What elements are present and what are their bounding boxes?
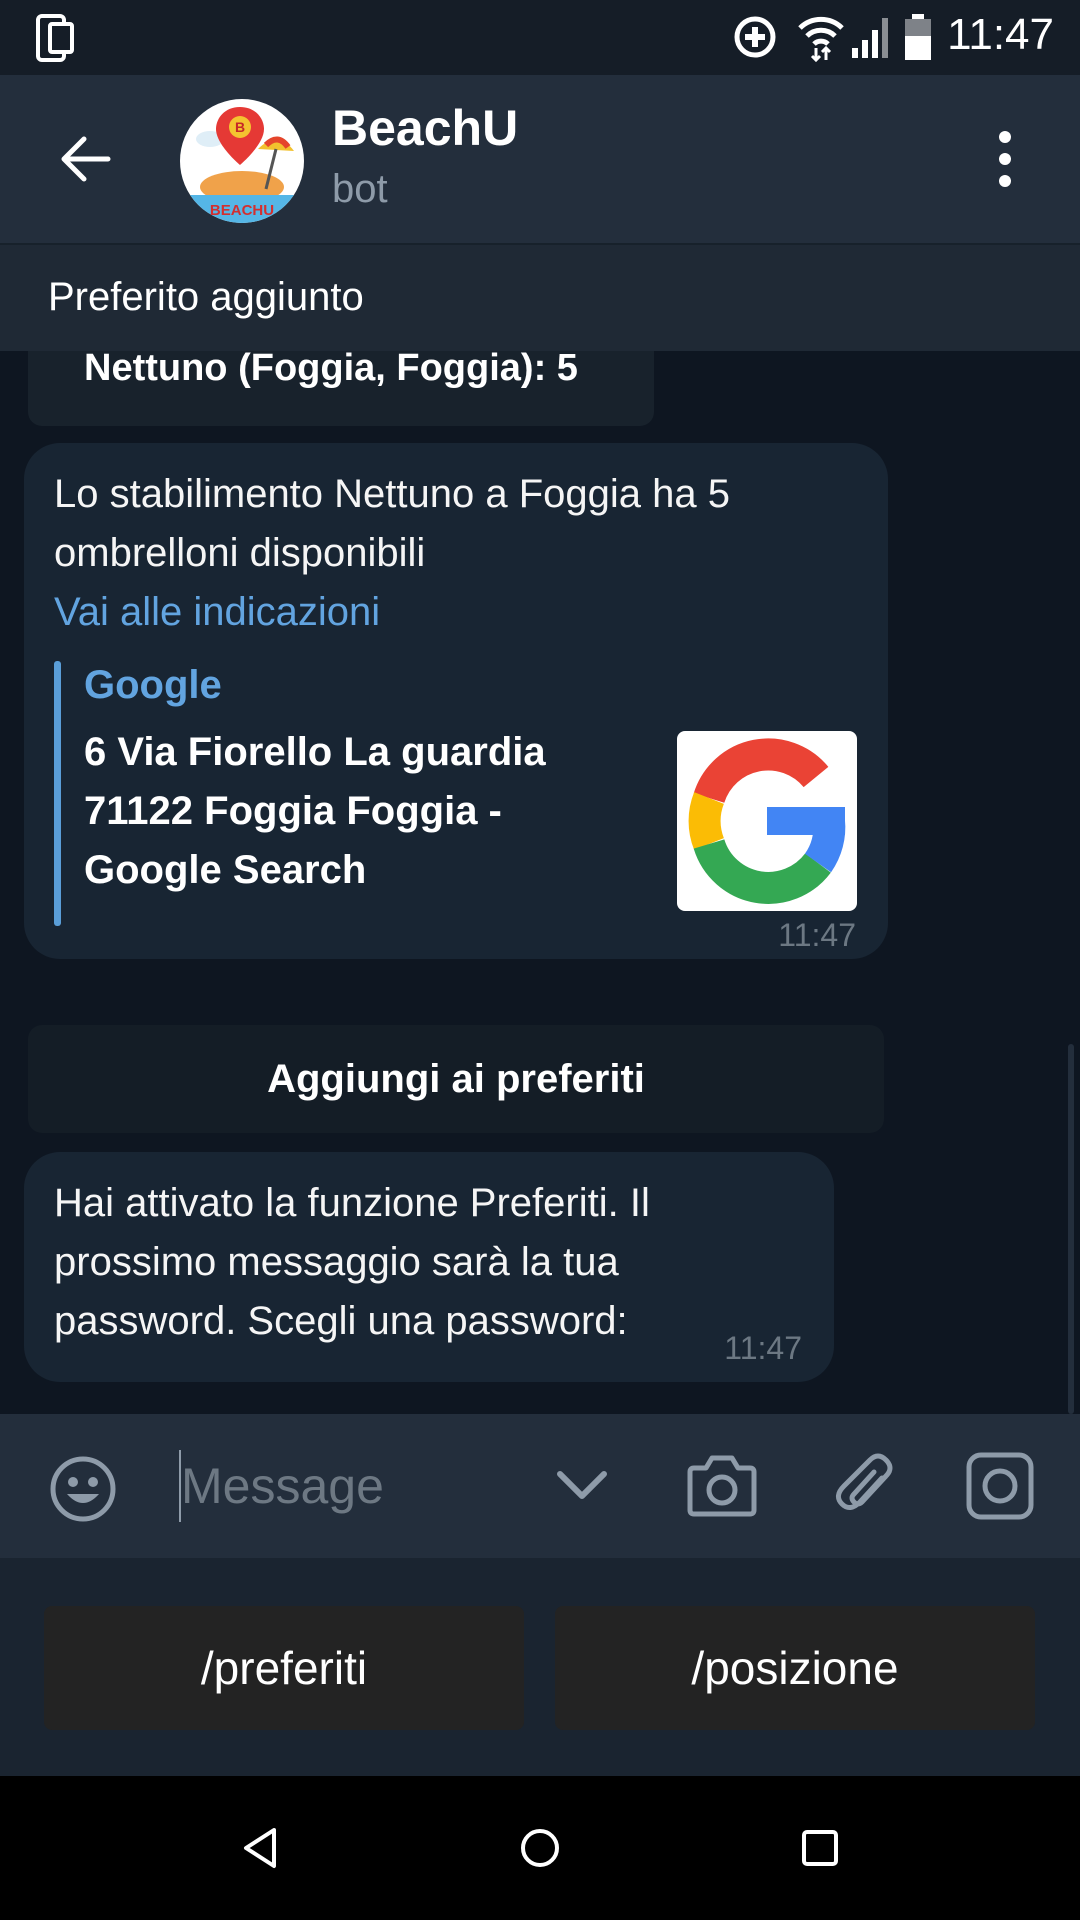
bot-keyboard: /preferiti /posizione	[0, 1558, 1080, 1776]
pinned-message-bar[interactable]: Preferito aggiunto	[0, 243, 1080, 353]
status-bar: 11:47	[0, 0, 1080, 75]
battery-icon	[905, 14, 931, 60]
attach-paperclip-icon[interactable]	[830, 1450, 900, 1522]
camera-icon[interactable]	[686, 1452, 758, 1518]
avatar-text: BEACHU	[210, 202, 274, 219]
chat-subtitle: bot	[332, 167, 388, 211]
avatar[interactable]: B BEACHU	[180, 99, 304, 223]
command-button-posizione[interactable]: /posizione	[555, 1606, 1035, 1730]
phone-device-icon	[36, 14, 74, 62]
emoji-icon[interactable]	[48, 1454, 118, 1524]
signal-icon	[852, 18, 888, 58]
previous-inline-button-label: Nettuno (Foggia, Foggia): 5	[84, 351, 578, 389]
chat-header: B BEACHU BeachU bot	[0, 75, 1080, 243]
chat-title[interactable]: BeachU	[332, 99, 518, 157]
instant-camera-icon[interactable]	[964, 1450, 1036, 1522]
message-text-2: Hai attivato la funzione Preferiti. Il p…	[54, 1181, 650, 1343]
message-bubble[interactable]: Lo stabilimento Nettuno a Foggia ha 5 om…	[24, 443, 888, 959]
previous-inline-button[interactable]: Nettuno (Foggia, Foggia): 5	[28, 351, 654, 426]
beachu-logo-icon: B BEACHU	[190, 107, 294, 223]
message-time: 11:47	[778, 917, 856, 953]
message-time-2: 11:47	[724, 1330, 802, 1366]
nav-back-icon[interactable]	[240, 1826, 280, 1870]
nav-recents-icon[interactable]	[800, 1828, 840, 1868]
data-saver-icon	[734, 16, 776, 58]
message-input-bar	[0, 1414, 1080, 1558]
chevron-down-icon[interactable]	[556, 1470, 608, 1502]
link-preview-site[interactable]: Google	[84, 663, 222, 708]
pinned-message-text: Preferito aggiunto	[48, 275, 364, 319]
svg-text:B: B	[235, 119, 245, 135]
message-bubble-2[interactable]: Hai attivato la funzione Preferiti. Il p…	[24, 1152, 834, 1382]
link-preview-title[interactable]: 6 Via Fiorello La guardia 71122 Foggia F…	[84, 723, 604, 900]
status-time: 11:47	[947, 10, 1054, 59]
chat-scrollbar[interactable]	[1068, 1044, 1074, 1414]
add-to-favorites-button[interactable]: Aggiungi ai preferiti	[28, 1025, 884, 1133]
chat-area[interactable]: Nettuno (Foggia, Foggia): 5 Lo stabilime…	[0, 351, 1080, 1414]
message-input[interactable]	[181, 1450, 521, 1522]
directions-link[interactable]: Vai alle indicazioni	[54, 583, 380, 642]
google-logo-icon	[688, 738, 846, 904]
command-button-label: /posizione	[691, 1642, 899, 1694]
command-button-preferiti[interactable]: /preferiti	[44, 1606, 524, 1730]
system-nav-bar	[0, 1776, 1080, 1920]
link-preview-image[interactable]	[677, 731, 857, 911]
link-preview-accent	[54, 661, 61, 926]
nav-home-icon[interactable]	[518, 1826, 562, 1870]
add-to-favorites-label: Aggiungi ai preferiti	[267, 1057, 645, 1101]
command-button-label: /preferiti	[200, 1642, 368, 1694]
more-options-icon[interactable]	[990, 127, 1020, 191]
wifi-icon	[798, 16, 844, 62]
back-arrow-icon[interactable]	[56, 131, 112, 187]
message-text: Lo stabilimento Nettuno a Foggia ha 5 om…	[54, 472, 730, 575]
